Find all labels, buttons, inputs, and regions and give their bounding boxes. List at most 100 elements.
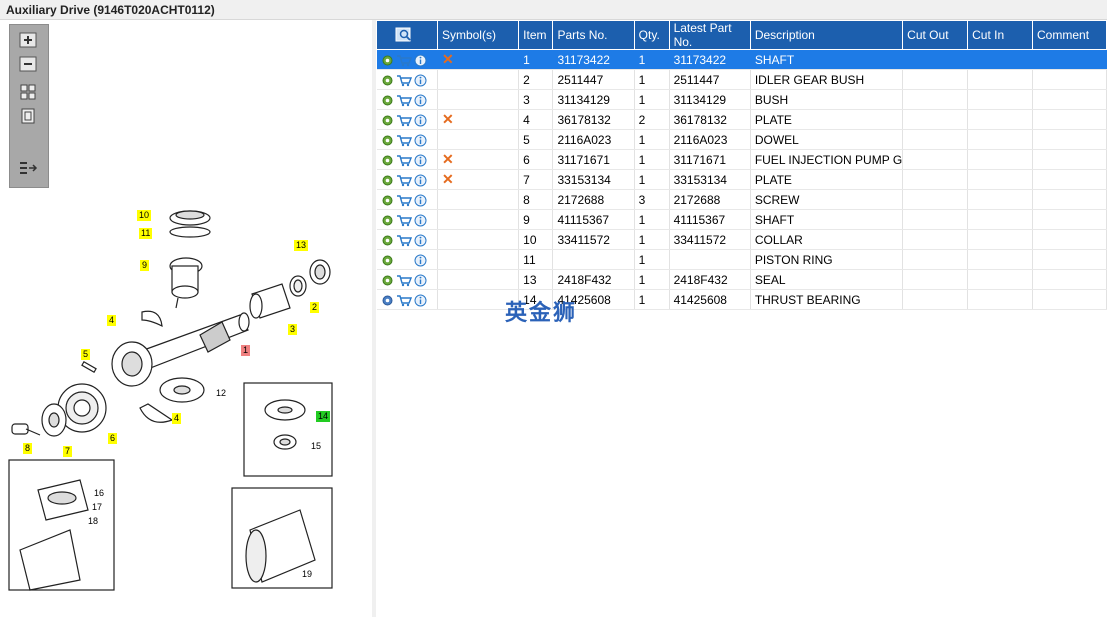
latest-part-no-cell: 2418F432 — [669, 269, 751, 290]
callout-16[interactable]: 16 — [92, 488, 106, 499]
callout-4b[interactable]: 4 — [172, 413, 182, 424]
callout-15[interactable]: 15 — [309, 441, 323, 452]
gear-icon[interactable] — [381, 214, 394, 227]
info-icon[interactable] — [414, 154, 427, 167]
cart-icon[interactable] — [396, 194, 412, 207]
info-icon[interactable] — [414, 214, 427, 227]
gear-icon[interactable] — [381, 294, 394, 307]
info-icon[interactable] — [414, 234, 427, 247]
zoom-out-icon[interactable] — [17, 55, 39, 73]
gear-icon[interactable] — [381, 194, 394, 207]
callout-18[interactable]: 18 — [86, 516, 100, 527]
callout-4a[interactable]: 4 — [107, 315, 117, 326]
info-icon[interactable] — [414, 114, 427, 127]
callout-8[interactable]: 8 — [23, 443, 33, 454]
fit-page-icon[interactable] — [17, 83, 39, 101]
column-header-symbols[interactable]: Symbol(s) — [436, 20, 520, 50]
cut-out-cell — [902, 189, 969, 210]
table-row[interactable]: 8 2172688 3 2172688 SCREW — [376, 189, 1107, 210]
item-cell: 7 — [518, 169, 554, 190]
callout-2[interactable]: 2 — [310, 302, 320, 313]
column-header-qty[interactable]: Qty. — [633, 20, 670, 50]
cut-out-cell — [902, 249, 969, 270]
callout-13[interactable]: 13 — [294, 240, 309, 251]
gear-icon[interactable] — [381, 154, 394, 167]
gear-icon[interactable] — [381, 274, 394, 287]
callout-3[interactable]: 3 — [288, 324, 298, 335]
cart-icon[interactable] — [396, 214, 412, 227]
table-row[interactable]: 14 41425608 1 41425608 THRUST BEARING — [376, 289, 1107, 310]
cart-icon[interactable] — [396, 174, 412, 187]
list-view-icon[interactable] — [17, 159, 39, 177]
part-no-cell: 2116A023 — [552, 129, 635, 150]
gear-icon[interactable] — [381, 94, 394, 107]
symbol-cell — [437, 89, 520, 110]
info-icon[interactable] — [414, 134, 427, 147]
column-header-comment[interactable]: Comment — [1032, 20, 1107, 50]
column-header-cut-in[interactable]: Cut In — [967, 20, 1034, 50]
column-header-tools[interactable] — [376, 20, 438, 50]
callout-11[interactable]: 11 — [139, 228, 153, 239]
row-tools-cell — [376, 109, 438, 130]
gear-icon[interactable] — [381, 174, 394, 187]
info-icon[interactable] — [414, 194, 427, 207]
table-row[interactable]: ✕ 6 31171671 1 31171671 FUEL INJECTION PUMP G — [376, 149, 1107, 170]
table-row[interactable]: 5 2116A023 1 2116A023 DOWEL — [376, 129, 1107, 150]
table-row[interactable]: 10 33411572 1 33411572 COLLAR — [376, 229, 1107, 250]
item-cell: 6 — [518, 149, 554, 170]
info-icon[interactable] — [414, 54, 427, 67]
info-icon[interactable] — [414, 94, 427, 107]
gear-icon[interactable] — [381, 114, 394, 127]
cart-icon[interactable] — [396, 274, 412, 287]
symbol-cell — [437, 209, 520, 230]
symbol-cell — [437, 229, 520, 250]
gear-icon[interactable] — [381, 74, 394, 87]
callout-17[interactable]: 17 — [90, 502, 104, 513]
gear-icon[interactable] — [381, 234, 394, 247]
cart-icon[interactable] — [396, 94, 412, 107]
info-icon[interactable] — [414, 74, 427, 87]
cart-icon[interactable] — [396, 154, 412, 167]
table-row[interactable]: 2 2511447 1 2511447 IDLER GEAR BUSH — [376, 69, 1107, 90]
cart-icon[interactable] — [396, 134, 412, 147]
column-header-cut-out[interactable]: Cut Out — [902, 20, 969, 50]
table-row[interactable]: 13 2418F432 1 2418F432 SEAL — [376, 269, 1107, 290]
info-icon[interactable] — [414, 254, 427, 267]
fit-width-icon[interactable] — [17, 107, 39, 125]
item-cell: 8 — [518, 189, 554, 210]
column-header-parts-no[interactable]: Parts No. — [552, 20, 635, 50]
info-icon[interactable] — [414, 294, 427, 307]
table-row[interactable]: ✕ 1 31173422 1 31173422 SHAFT — [376, 49, 1107, 70]
cart-icon[interactable] — [396, 74, 412, 87]
info-icon[interactable] — [414, 174, 427, 187]
column-header-item[interactable]: Item — [518, 20, 554, 50]
row-tools-cell — [376, 269, 438, 290]
gear-icon[interactable] — [381, 134, 394, 147]
column-header-description[interactable]: Description — [749, 20, 904, 50]
cart-icon[interactable] — [396, 54, 412, 67]
gear-icon[interactable] — [381, 254, 394, 267]
table-row[interactable]: ✕ 4 36178132 2 36178132 PLATE — [376, 109, 1107, 130]
info-icon[interactable] — [414, 274, 427, 287]
table-row[interactable]: 3 31134129 1 31134129 BUSH — [376, 89, 1107, 110]
table-row[interactable]: 9 41115367 1 41115367 SHAFT — [376, 209, 1107, 230]
table-row[interactable]: ✕ 7 33153134 1 33153134 PLATE — [376, 169, 1107, 190]
gear-icon[interactable] — [381, 54, 394, 67]
callout-1[interactable]: 1 — [241, 345, 251, 356]
cart-icon[interactable] — [396, 294, 412, 307]
column-header-latest-part-no[interactable]: Latest Part No. — [668, 20, 751, 50]
description-cell: THRUST BEARING — [750, 289, 904, 310]
cart-icon[interactable] — [396, 234, 412, 247]
table-row[interactable]: 11 1 PISTON RING — [376, 249, 1107, 270]
callout-9[interactable]: 9 — [140, 260, 150, 271]
zoom-in-icon[interactable] — [17, 31, 39, 49]
callout-14[interactable]: 14 — [316, 411, 331, 422]
callout-7[interactable]: 7 — [63, 446, 73, 457]
callout-10[interactable]: 10 — [137, 210, 152, 221]
part-search-icon[interactable] — [395, 27, 413, 43]
callout-12[interactable]: 12 — [214, 388, 228, 399]
callout-6[interactable]: 6 — [108, 433, 118, 444]
callout-5[interactable]: 5 — [81, 349, 91, 360]
cart-icon[interactable] — [396, 114, 412, 127]
callout-19[interactable]: 19 — [300, 569, 314, 580]
